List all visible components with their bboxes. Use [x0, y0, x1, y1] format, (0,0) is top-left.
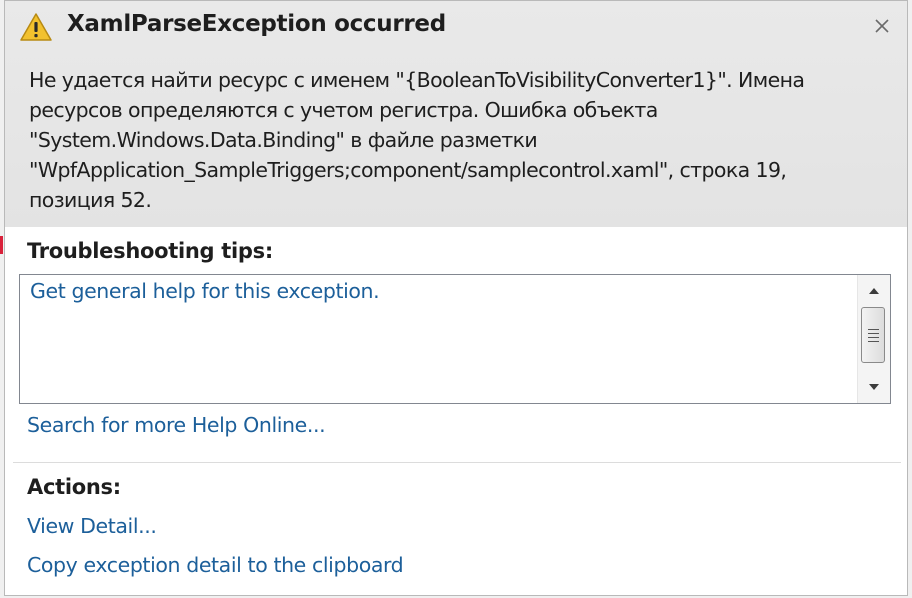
exception-message: Не удается найти ресурс с именем "{Boole… — [29, 65, 879, 215]
message-line: Не удается найти ресурс с именем "{Boole… — [29, 68, 805, 92]
grip-line — [868, 333, 879, 334]
troubleshooting-tips-list[interactable]: Get general help for this exception. — [19, 274, 891, 404]
close-icon[interactable] — [869, 13, 895, 39]
arrow-up-icon — [869, 288, 879, 294]
actions-heading: Actions: — [27, 475, 121, 499]
grip-line — [868, 329, 879, 330]
arrow-down-icon — [869, 384, 879, 390]
scroll-up-button[interactable] — [858, 279, 890, 303]
section-divider — [13, 462, 901, 463]
exception-header: XamlParseException occurred Не удается н… — [5, 1, 907, 227]
tips-scrollbar[interactable] — [857, 275, 890, 403]
message-line: ресурсов определяются с учетом регистра.… — [29, 98, 658, 122]
tip-link-general-help[interactable]: Get general help for this exception. — [30, 279, 380, 303]
message-line: "System.Windows.Data.Binding" в файле ра… — [29, 128, 538, 152]
message-line: позиция 52. — [29, 188, 152, 212]
background-window-edge — [0, 236, 3, 254]
message-line: "WpfApplication_SampleTriggers;component… — [29, 158, 787, 182]
warning-icon — [20, 13, 52, 41]
copy-exception-detail-link[interactable]: Copy exception detail to the clipboard — [27, 553, 404, 577]
dialog-title: XamlParseException occurred — [67, 11, 446, 37]
scroll-thumb[interactable] — [861, 307, 885, 363]
grip-line — [868, 337, 879, 338]
view-detail-link[interactable]: View Detail... — [27, 514, 157, 538]
troubleshooting-heading: Troubleshooting tips: — [27, 239, 273, 263]
search-help-online-link[interactable]: Search for more Help Online... — [27, 413, 326, 437]
exception-assistant-dialog: XamlParseException occurred Не удается н… — [4, 0, 908, 596]
grip-line — [868, 341, 879, 342]
scroll-down-button[interactable] — [858, 375, 890, 399]
